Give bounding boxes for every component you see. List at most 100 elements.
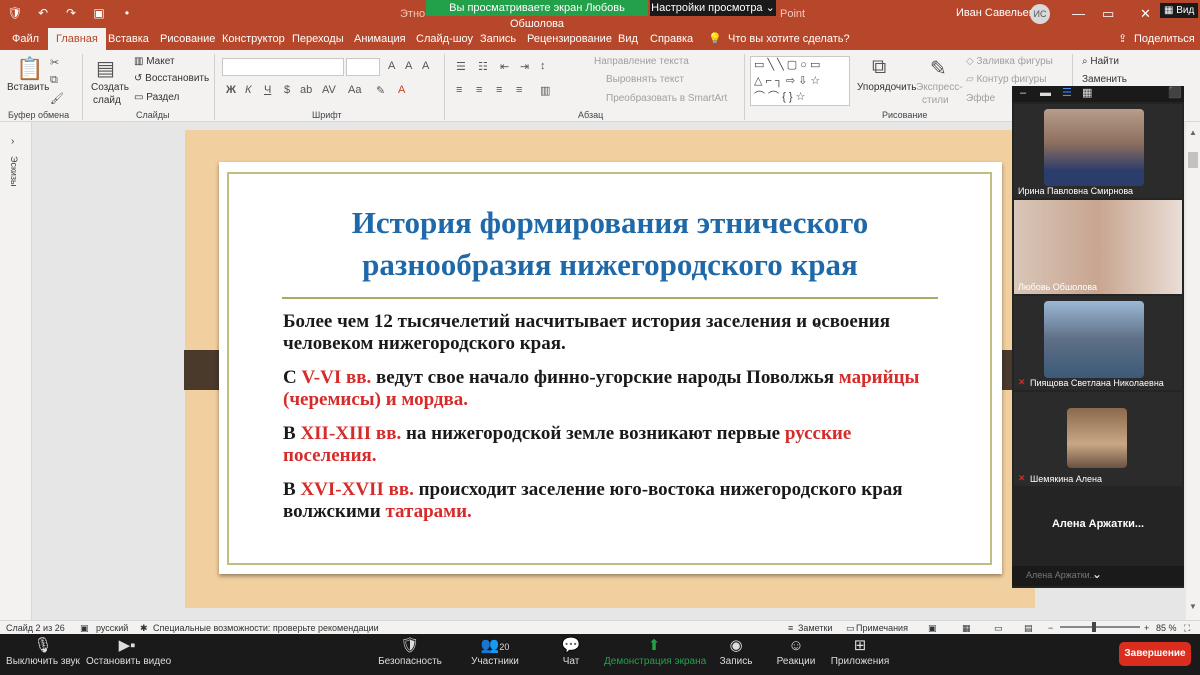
align-right-icon[interactable]: ≡ bbox=[496, 84, 502, 96]
highlight-icon[interactable]: ✎ bbox=[376, 84, 385, 97]
text-direction-button[interactable]: Направление текста bbox=[594, 56, 689, 67]
avatar[interactable]: ИС bbox=[1030, 4, 1050, 24]
font-name-input[interactable] bbox=[222, 58, 344, 76]
notes-button[interactable]: Заметки bbox=[798, 623, 832, 633]
view-options-button[interactable]: Настройки просмотра ⌄ bbox=[650, 0, 776, 16]
stop-video-button[interactable]: ▶▪ Остановить видео bbox=[86, 634, 171, 675]
slide-title[interactable]: История формирования этнического разнооб… bbox=[230, 202, 990, 286]
bold-icon[interactable]: Ж bbox=[226, 84, 236, 96]
indent-decrease-icon[interactable]: ⇤ bbox=[500, 60, 509, 73]
minimize-icon[interactable]: — bbox=[1072, 6, 1085, 21]
increase-font-icon[interactable]: A bbox=[388, 60, 395, 72]
align-text-button[interactable]: Выровнять текст bbox=[606, 74, 684, 85]
strike-icon[interactable]: $ bbox=[284, 84, 290, 96]
participant-tile[interactable]: ✕ Шемякина Алена bbox=[1014, 392, 1182, 486]
sorter-view-icon[interactable]: ▦ bbox=[962, 623, 971, 634]
comments-button[interactable]: Примечания bbox=[856, 623, 908, 633]
cut-icon[interactable]: ✂ bbox=[50, 56, 59, 69]
case-icon[interactable]: Aa bbox=[348, 84, 361, 96]
tab-review[interactable]: Рецензирование bbox=[525, 28, 614, 50]
shield-icon[interactable]: 🛡 bbox=[6, 5, 24, 21]
quick-styles-button[interactable]: Экспресс- bbox=[916, 82, 963, 93]
share-button[interactable]: Поделиться bbox=[1132, 28, 1197, 50]
paragraph-4[interactable]: В XVI-XVII вв. происходит заселение юго-… bbox=[283, 479, 933, 523]
mute-button[interactable]: 🎙 Выключить звук bbox=[6, 634, 80, 675]
font-color-icon[interactable]: A bbox=[398, 84, 405, 96]
layout-button[interactable]: ▥ Макет bbox=[134, 56, 175, 67]
end-meeting-button[interactable]: Завершение bbox=[1119, 642, 1191, 666]
vertical-scrollbar[interactable]: ▲ ▼ bbox=[1186, 122, 1200, 620]
speaker-view-icon[interactable]: ▬ bbox=[1040, 87, 1051, 99]
new-slide-label-2[interactable]: слайд bbox=[93, 95, 121, 106]
thumbnails-label[interactable]: Эскизы bbox=[9, 156, 19, 187]
participants-button[interactable]: 👥20 Участники bbox=[468, 634, 522, 675]
numbering-icon[interactable]: ☷ bbox=[478, 60, 488, 73]
fit-slide-icon[interactable]: ⛶ bbox=[1184, 623, 1190, 634]
zoom-slider-thumb[interactable] bbox=[1092, 622, 1096, 632]
columns-icon[interactable]: ▥ bbox=[540, 84, 550, 97]
paragraph-1[interactable]: Более чем 12 тысячелетий насчитывает ист… bbox=[283, 311, 933, 355]
scroll-down-icon[interactable]: ▼ bbox=[1189, 602, 1197, 611]
tab-help[interactable]: Справка bbox=[648, 28, 695, 50]
shape-fill-button[interactable]: ◇ Заливка фигуры bbox=[966, 56, 1053, 67]
apps-button[interactable]: ⊞ Приложения bbox=[830, 634, 890, 675]
tab-animation[interactable]: Анимация bbox=[352, 28, 408, 50]
format-painter-icon[interactable]: 🖌 bbox=[50, 92, 64, 105]
zoom-level[interactable]: 85 % bbox=[1156, 623, 1177, 633]
restore-icon[interactable]: ▭ bbox=[1102, 6, 1114, 22]
zoom-slider[interactable] bbox=[1060, 626, 1140, 628]
clear-format-icon[interactable]: A bbox=[422, 60, 429, 72]
convert-smartart-button[interactable]: Преобразовать в SmartArt bbox=[606, 93, 727, 104]
popout-icon[interactable]: ⬛ bbox=[1168, 86, 1182, 99]
tab-slideshow[interactable]: Слайд-шоу bbox=[414, 28, 475, 50]
effects-button[interactable]: Эффе bbox=[966, 93, 995, 104]
participant-tile-name-only[interactable]: Алена Аржатки... bbox=[1014, 518, 1182, 530]
paragraph-2[interactable]: С V-VI вв. ведут свое начало финно-угорс… bbox=[283, 367, 933, 411]
bullets-icon[interactable]: ☰ bbox=[456, 60, 466, 73]
font-size-input[interactable] bbox=[346, 58, 380, 76]
record-button[interactable]: ◉ Запись bbox=[718, 634, 754, 675]
undo-icon[interactable]: ↶ bbox=[34, 5, 52, 21]
shape-outline-button[interactable]: ▱ Контур фигуры bbox=[966, 74, 1046, 85]
tell-me-search[interactable]: Что вы хотите сделать? bbox=[726, 28, 852, 50]
participant-tile-active[interactable]: Любовь Обшолова bbox=[1014, 200, 1182, 294]
line-spacing-icon[interactable]: ↕ bbox=[540, 60, 546, 72]
section-button[interactable]: ▭ Раздел bbox=[134, 92, 179, 103]
shapes-gallery[interactable]: ▭ ╲ ╲ ▢ ○ ▭ △ ⌐ ┐ ⇨ ⇩ ☆ ⌒ ⌒ { } ☆ bbox=[750, 56, 850, 106]
align-left-icon[interactable]: ≡ bbox=[456, 84, 462, 96]
find-button[interactable]: ⌕ Найти bbox=[1082, 56, 1119, 67]
quick-styles-icon[interactable]: ✎ bbox=[930, 56, 947, 81]
decrease-font-icon[interactable]: A bbox=[405, 60, 412, 72]
tab-record[interactable]: Запись bbox=[478, 28, 518, 50]
new-slide-icon[interactable]: ▤ bbox=[96, 56, 115, 81]
arrange-button[interactable]: Упорядочить bbox=[857, 82, 917, 93]
normal-view-icon[interactable]: ▣ bbox=[928, 623, 937, 634]
slideshow-view-icon[interactable]: ▤ bbox=[1024, 623, 1033, 634]
quick-styles-button-2[interactable]: стили bbox=[922, 95, 949, 106]
tab-design[interactable]: Конструктор bbox=[220, 28, 287, 50]
accessibility-status[interactable]: Специальные возможности: проверьте реком… bbox=[153, 623, 379, 633]
gallery-view-icon[interactable]: ▦ bbox=[1082, 86, 1092, 99]
tab-draw[interactable]: Рисование bbox=[158, 28, 217, 50]
indent-increase-icon[interactable]: ⇥ bbox=[520, 60, 529, 73]
justify-icon[interactable]: ≡ bbox=[516, 84, 522, 96]
chevron-down-icon[interactable]: ⌄ bbox=[1092, 567, 1102, 581]
paste-icon[interactable]: 📋 bbox=[16, 56, 43, 82]
tab-insert[interactable]: Вставка bbox=[106, 28, 151, 50]
italic-icon[interactable]: К bbox=[245, 84, 251, 96]
security-button[interactable]: 🛡 Безопасность bbox=[378, 634, 442, 675]
more-icon[interactable]: • bbox=[118, 5, 136, 21]
strip-view-icon[interactable]: ☰ bbox=[1062, 86, 1072, 99]
spacing-icon[interactable]: ab bbox=[300, 84, 312, 96]
zoom-out-icon[interactable]: − bbox=[1048, 623, 1053, 633]
tab-view[interactable]: Вид bbox=[616, 28, 640, 50]
arrange-icon[interactable]: ⧉ bbox=[872, 56, 886, 79]
close-icon[interactable]: ✕ bbox=[1140, 6, 1151, 22]
new-slide-label[interactable]: Создать bbox=[91, 82, 129, 93]
zoom-in-icon[interactable]: + bbox=[1144, 623, 1149, 633]
align-center-icon[interactable]: ≡ bbox=[476, 84, 482, 96]
zoom-view-button[interactable]: ▦ Вид bbox=[1160, 3, 1199, 18]
tab-home[interactable]: Главная bbox=[48, 28, 106, 50]
participant-tile[interactable]: Ирина Павловна Смирнова bbox=[1014, 104, 1182, 198]
share-screen-button[interactable]: ⬆ Демонстрация экрана bbox=[604, 634, 706, 675]
